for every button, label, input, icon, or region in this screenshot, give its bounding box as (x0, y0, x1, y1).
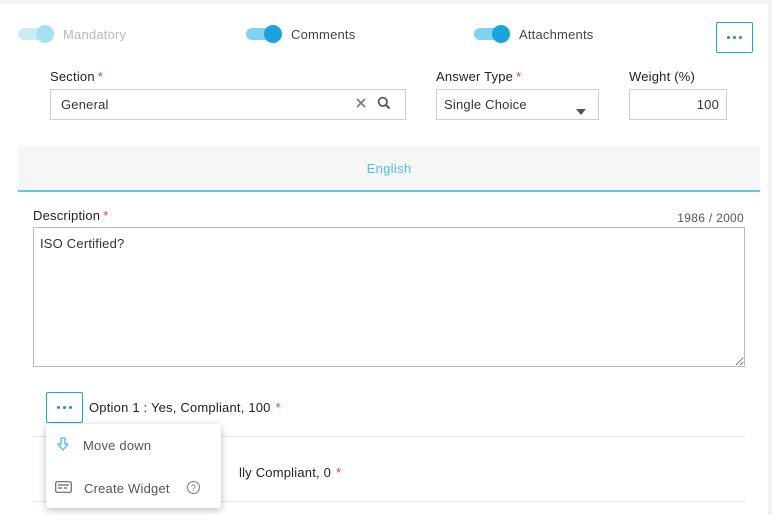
comments-label: Comments (291, 26, 356, 42)
menu-item-create-widget[interactable]: Create Widget ? (46, 476, 221, 500)
option-2-text: lly Compliant, 0 (239, 465, 332, 480)
clear-icon[interactable] (355, 97, 367, 112)
help-icon[interactable]: ? (187, 481, 200, 494)
attachments-toggle-group[interactable]: Attachments (474, 25, 593, 43)
more-dots-icon (57, 406, 72, 409)
language-tab-bar: English (18, 146, 760, 192)
more-options-button[interactable] (716, 22, 753, 53)
section-field[interactable]: General (50, 89, 406, 120)
option-1-text: Option 1 : Yes, Compliant, 100 (89, 400, 271, 415)
menu-item-label: Create Widget (84, 480, 170, 496)
required-marker: * (336, 465, 342, 480)
more-dots-icon (727, 36, 742, 39)
section-label: Section * (50, 69, 103, 84)
widget-card-icon (55, 480, 78, 496)
weight-value: 100 (696, 97, 719, 112)
mandatory-toggle[interactable] (18, 25, 54, 43)
tab-english[interactable]: English (367, 161, 412, 176)
option-1-label: Option 1 : Yes, Compliant, 100 * (89, 400, 281, 415)
mandatory-label: Mandatory (63, 26, 127, 42)
weight-input[interactable]: 100 (629, 89, 727, 120)
required-marker: * (275, 400, 281, 415)
option-2-label: lly Compliant, 0 * (239, 465, 341, 480)
option-1-menu-button[interactable] (46, 392, 83, 423)
section-value: General (61, 97, 109, 112)
comments-toggle[interactable] (246, 25, 282, 43)
search-icon[interactable] (377, 96, 391, 113)
attachments-label: Attachments (519, 26, 594, 42)
description-textarea[interactable] (33, 227, 745, 367)
description-label: Description * (33, 208, 109, 223)
menu-item-move-down[interactable]: Move down (46, 433, 221, 457)
toggle-knob (492, 25, 510, 43)
answer-type-select[interactable]: Single Choice (436, 89, 599, 120)
menu-item-label: Move down (83, 437, 152, 453)
option-context-menu: Move down Create Widget ? (46, 424, 221, 508)
mandatory-toggle-group[interactable]: Mandatory (18, 25, 126, 43)
description-label-text: Description (33, 208, 101, 223)
section-label-text: Section (50, 69, 95, 84)
required-marker: * (97, 69, 104, 84)
required-marker: * (516, 69, 522, 84)
comments-toggle-group[interactable]: Comments (246, 25, 355, 43)
toggle-knob (264, 25, 282, 43)
weight-label: Weight (%) (629, 69, 696, 84)
arrow-down-icon (55, 436, 77, 455)
answer-type-label-text: Answer Type (436, 69, 514, 84)
attachments-toggle[interactable] (474, 25, 510, 43)
toggle-knob (36, 25, 54, 43)
caret-down-icon (576, 103, 586, 118)
answer-type-label: Answer Type * (436, 69, 521, 84)
required-marker: * (103, 208, 109, 223)
answer-type-value: Single Choice (444, 97, 527, 112)
character-counter: 1986 / 2000 (677, 211, 744, 225)
